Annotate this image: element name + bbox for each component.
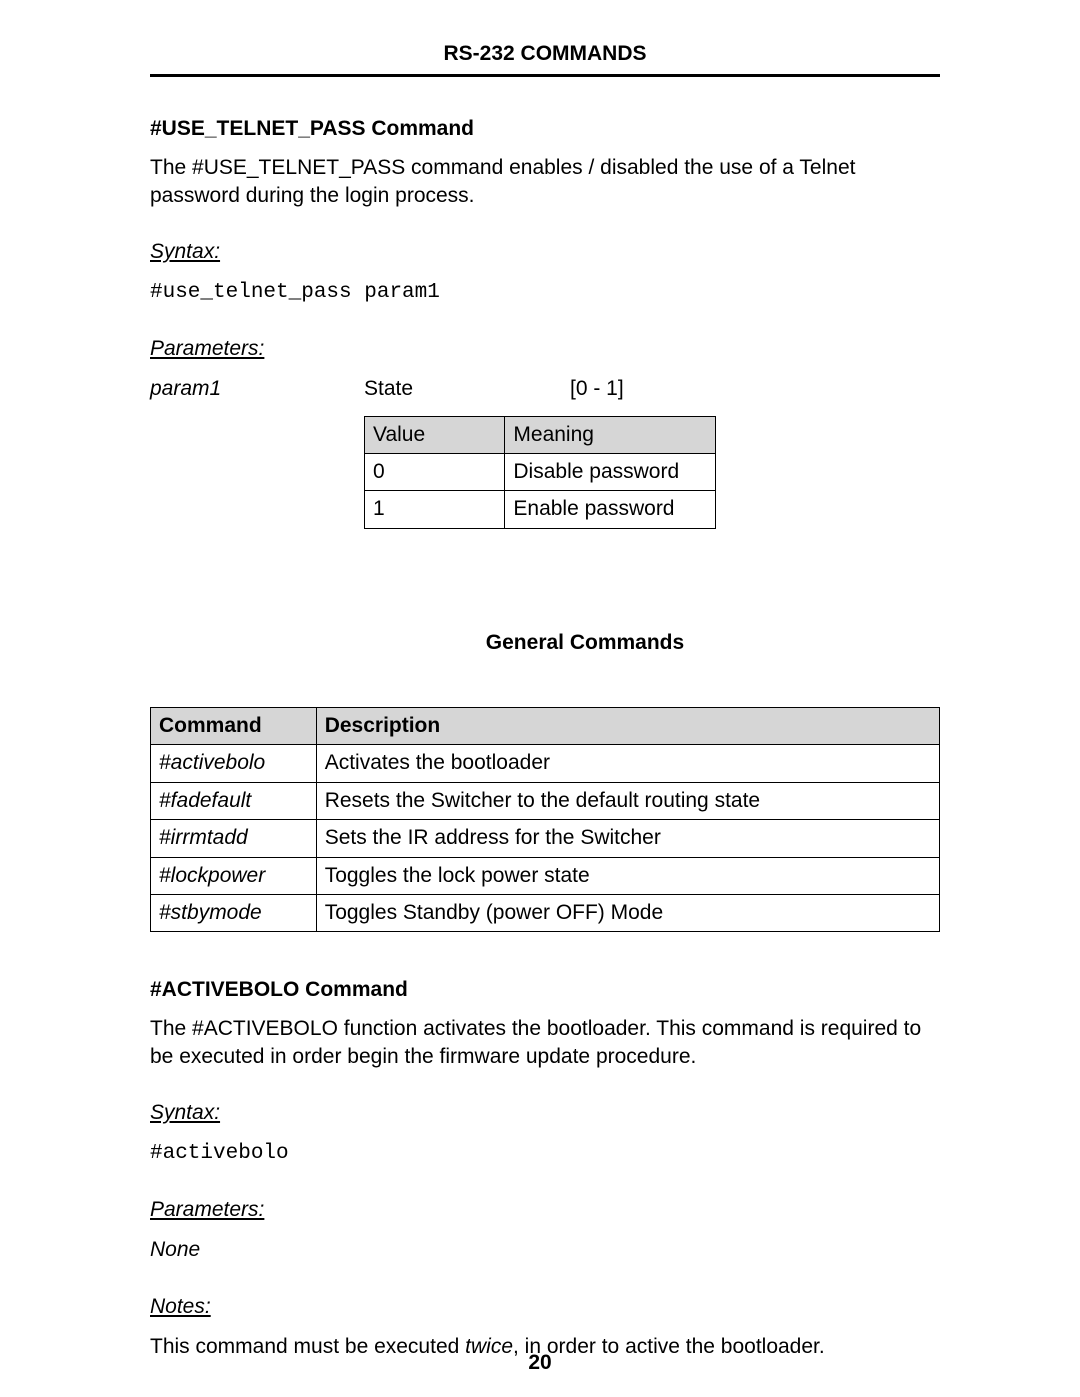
param-row: param1 State [0 - 1]: [150, 375, 940, 403]
meaning-cell: Enable password: [505, 491, 716, 528]
syntax-code: #use_telnet_pass param1: [150, 279, 940, 307]
parameters-label: Parameters:: [150, 335, 940, 363]
general-commands-heading: General Commands: [230, 629, 940, 657]
command-cell: #stbymode: [151, 894, 317, 931]
table-row: 0 Disable password: [365, 454, 716, 491]
page: RS-232 COMMANDS #USE_TELNET_PASS Command…: [0, 0, 1080, 1397]
activebolo-heading: #ACTIVEBOLO Command: [150, 976, 940, 1004]
description-cell: Resets the Switcher to the default routi…: [316, 782, 939, 819]
description-cell: Toggles Standby (power OFF) Mode: [316, 894, 939, 931]
table-row: #lockpower Toggles the lock power state: [151, 857, 940, 894]
value-header: Value: [365, 416, 505, 453]
param-range: [0 - 1]: [570, 375, 624, 403]
meaning-cell: Disable password: [505, 454, 716, 491]
table-row: #fadefault Resets the Switcher to the de…: [151, 782, 940, 819]
value-cell: 1: [365, 491, 505, 528]
command-cell: #lockpower: [151, 857, 317, 894]
description-cell: Activates the bootloader: [316, 745, 939, 782]
command-cell: #fadefault: [151, 782, 317, 819]
use-telnet-pass-heading: #USE_TELNET_PASS Command: [150, 115, 940, 143]
table-row: #stbymode Toggles Standby (power OFF) Mo…: [151, 894, 940, 931]
command-cell: #activebolo: [151, 745, 317, 782]
general-commands-table: Command Description #activebolo Activate…: [150, 707, 940, 932]
description-cell: Toggles the lock power state: [316, 857, 939, 894]
value-cell: 0: [365, 454, 505, 491]
syntax-label: Syntax:: [150, 238, 940, 266]
page-number: 20: [0, 1349, 1080, 1377]
parameters-label: Parameters:: [150, 1196, 940, 1224]
table-row: #activebolo Activates the bootloader: [151, 745, 940, 782]
use-telnet-pass-description: The #USE_TELNET_PASS command enables / d…: [150, 154, 940, 211]
syntax-label: Syntax:: [150, 1099, 940, 1127]
command-cell: #irrmtadd: [151, 820, 317, 857]
param-name: param1: [150, 375, 364, 403]
page-title: RS-232 COMMANDS: [150, 40, 940, 77]
command-header: Command: [151, 708, 317, 745]
activebolo-description: The #ACTIVEBOLO function activates the b…: [150, 1015, 940, 1072]
param-type: State: [364, 375, 570, 403]
table-header-row: Value Meaning: [365, 416, 716, 453]
parameters-none: None: [150, 1236, 940, 1264]
table-row: 1 Enable password: [365, 491, 716, 528]
value-meaning-table: Value Meaning 0 Disable password 1 Enabl…: [364, 416, 716, 529]
description-cell: Sets the IR address for the Switcher: [316, 820, 939, 857]
description-header: Description: [316, 708, 939, 745]
table-row: #irrmtadd Sets the IR address for the Sw…: [151, 820, 940, 857]
meaning-header: Meaning: [505, 416, 716, 453]
syntax-code: #activebolo: [150, 1140, 940, 1168]
table-header-row: Command Description: [151, 708, 940, 745]
notes-label: Notes:: [150, 1293, 940, 1321]
